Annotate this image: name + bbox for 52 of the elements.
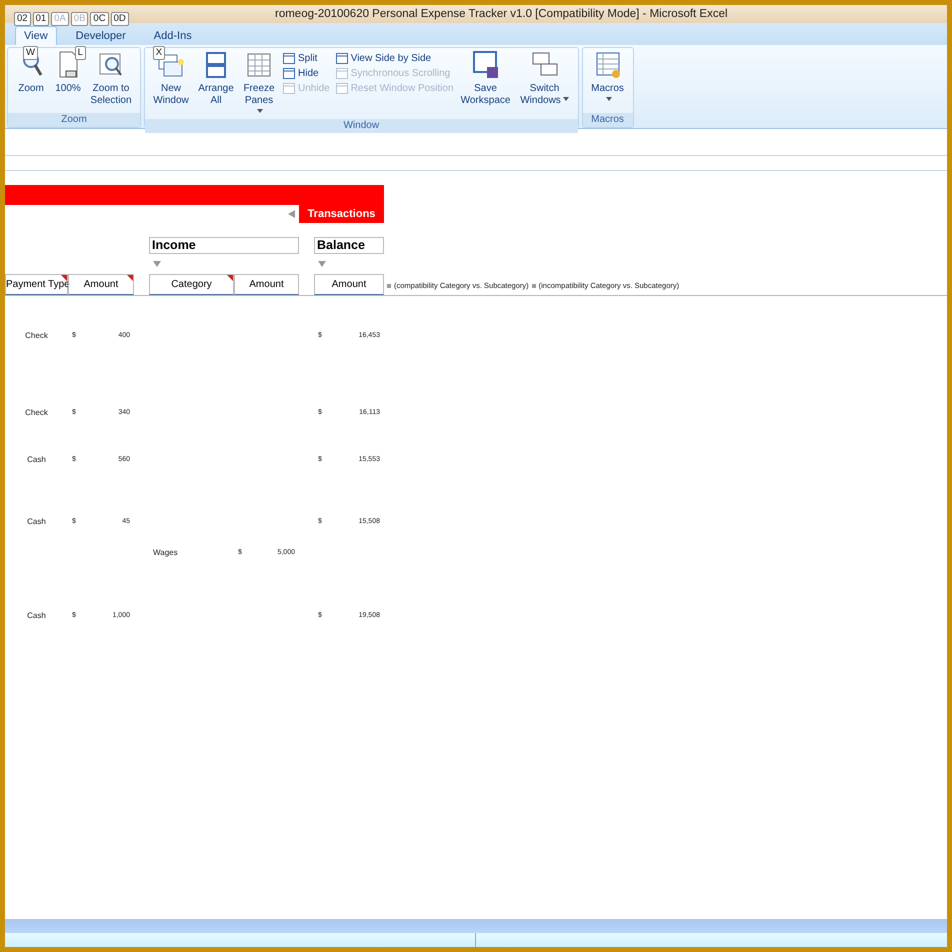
ribbon-button[interactable]: Switch Windows bbox=[516, 50, 574, 119]
pane-icon bbox=[336, 53, 348, 64]
table-cell: Check bbox=[25, 408, 48, 416]
pane-icon bbox=[336, 83, 348, 94]
ribbon-button[interactable]: Macros bbox=[586, 50, 629, 113]
column-header: Category bbox=[149, 274, 234, 295]
save-workspace-icon bbox=[472, 50, 500, 80]
pane-icon bbox=[283, 83, 295, 94]
keytip-badge: 01 bbox=[32, 12, 50, 26]
table-cell: Wages bbox=[153, 548, 178, 556]
pane-icon bbox=[283, 68, 295, 79]
table-cell: Cash bbox=[27, 516, 46, 526]
group-label: Macros bbox=[582, 113, 633, 127]
ribbon-tab[interactable]: Developer bbox=[66, 26, 135, 45]
scroll-bar[interactable] bbox=[5, 919, 947, 933]
group-label: Window bbox=[145, 119, 578, 133]
section-header: Income bbox=[149, 237, 299, 254]
window-title: romeog-20100620 Personal Expense Tracker v1.0 [Compatibility Mode] - Microsoft Excel bbox=[275, 8, 728, 20]
filter-arrow-icon[interactable] bbox=[318, 261, 326, 267]
keytip-badge: 0A bbox=[51, 12, 69, 26]
keytip-badge: 0B bbox=[70, 12, 88, 26]
marker-icon bbox=[387, 284, 391, 288]
keytip-badge: W bbox=[23, 46, 38, 60]
keytip-badge: 02 bbox=[14, 12, 31, 26]
ribbon-button[interactable]: Hide bbox=[281, 67, 332, 80]
ribbon-tab[interactable]: Add-Ins bbox=[144, 26, 201, 45]
ribbon-button[interactable]: Arrange All bbox=[195, 50, 237, 119]
marker-icon bbox=[532, 284, 536, 288]
filter-arrow-icon[interactable] bbox=[153, 261, 161, 267]
ribbon-button[interactable]: Freeze Panes bbox=[239, 50, 279, 119]
ribbon-button[interactable]: Zoom to Selection bbox=[86, 50, 136, 113]
pane-icon bbox=[283, 53, 295, 64]
pane-icon bbox=[336, 68, 348, 79]
column-header: Amount bbox=[68, 274, 134, 295]
table-cell: Cash bbox=[27, 610, 46, 620]
keytip-badge: 0C bbox=[90, 12, 109, 26]
ribbon-button[interactable]: Split bbox=[281, 52, 332, 65]
table-cell: Cash bbox=[27, 454, 46, 464]
macro-sheet-icon bbox=[594, 50, 622, 80]
table-cell: Check bbox=[25, 330, 48, 340]
sheet-banner: Transactions bbox=[299, 205, 384, 223]
keytip-badge: L bbox=[74, 46, 86, 60]
triangle-icon bbox=[288, 210, 295, 218]
keytip-badge: 0D bbox=[110, 12, 129, 26]
group-label: Zoom bbox=[8, 113, 140, 127]
section-header: Balance bbox=[314, 237, 384, 254]
column-header: Amount bbox=[234, 274, 299, 295]
ribbon-button[interactable]: View Side by Side bbox=[334, 52, 456, 65]
ribbon-button[interactable]: Save Workspace bbox=[458, 50, 514, 119]
keytip-badge: X bbox=[152, 46, 166, 60]
ribbon-tab[interactable]: View bbox=[15, 26, 57, 45]
column-header: Amount bbox=[314, 274, 384, 295]
